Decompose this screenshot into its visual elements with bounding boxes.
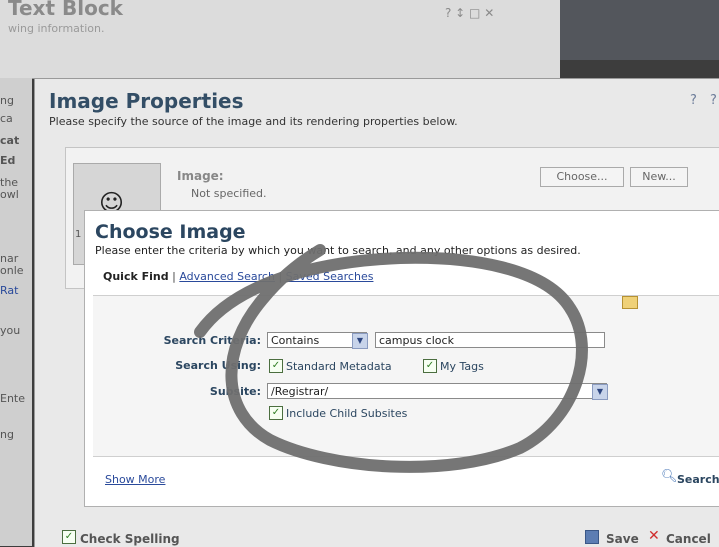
help-icon[interactable]: ?: [710, 93, 717, 108]
save-icon[interactable]: [585, 530, 599, 544]
left-fragment: Rat: [0, 284, 19, 297]
subsite-label: Subsite:: [209, 385, 261, 398]
my-tags-label: My Tags: [440, 360, 484, 373]
image-label: Image:: [177, 169, 224, 183]
folder-icon[interactable]: [622, 296, 638, 309]
chevron-down-icon[interactable]: ▼: [352, 333, 368, 349]
background-dialog-title: Text Block: [8, 0, 123, 20]
choose-image-subtitle: Please enter the criteria by which you w…: [95, 244, 581, 257]
thumbnail-fragment: 1: [75, 229, 82, 240]
background-right-panel: [560, 0, 719, 60]
search-criteria-label: Search Criteria:: [163, 334, 261, 347]
left-fragment: you: [0, 324, 21, 337]
search-using-label: Search Using:: [175, 359, 261, 372]
left-fragment: onle: [0, 264, 24, 277]
tab-advanced-search[interactable]: Advanced Search: [179, 270, 275, 283]
background-dialog-subtitle: wing information.: [8, 22, 105, 35]
cancel-button[interactable]: Cancel: [666, 532, 711, 546]
subsite-select[interactable]: /Registrar/: [267, 383, 607, 399]
tab-saved-searches[interactable]: Saved Searches: [286, 270, 374, 283]
image-value: Not specified.: [191, 187, 267, 200]
check-spelling-label: Check Spelling: [80, 532, 180, 546]
background-dialog-controls[interactable]: ? ↕ □ ✕: [445, 6, 494, 20]
include-child-subsites-label: Include Child Subsites: [286, 407, 408, 420]
left-fragment: Ed: [0, 154, 16, 167]
standard-metadata-label: Standard Metadata: [286, 360, 392, 373]
search-tabs: Quick Find | Advanced Search | Saved Sea…: [103, 270, 373, 283]
criteria-value-input[interactable]: campus clock: [375, 332, 605, 348]
check-spelling-checkbox[interactable]: ✓: [62, 530, 76, 544]
background-text-block-dialog: Text Block wing information. ? ↕ □ ✕: [0, 0, 560, 79]
search-form-panel: Search Criteria: Contains ▼ campus clock…: [93, 295, 719, 457]
search-button[interactable]: Search: [677, 473, 719, 486]
search-icon[interactable]: 🔍︎: [661, 469, 678, 484]
my-tags-checkbox[interactable]: ✓: [423, 359, 437, 373]
left-fragment: ng: [0, 428, 14, 441]
left-fragment: owl: [0, 188, 19, 201]
left-fragment: cat: [0, 134, 20, 147]
save-button[interactable]: Save: [606, 532, 639, 546]
tab-separator: |: [172, 270, 176, 283]
left-fragment: ca: [0, 112, 13, 125]
left-fragment: ng: [0, 94, 14, 107]
background-left-strip: ng ca cat Ed the owl nar onle Rat you En…: [0, 78, 32, 546]
choose-button[interactable]: Choose...: [540, 167, 624, 187]
image-properties-title: Image Properties: [49, 89, 244, 113]
choose-image-dialog: Choose Image Please enter the criteria b…: [84, 210, 719, 507]
standard-metadata-checkbox[interactable]: ✓: [269, 359, 283, 373]
new-button[interactable]: New...: [630, 167, 688, 187]
choose-image-title: Choose Image: [95, 221, 246, 243]
help-icon[interactable]: ?: [690, 93, 697, 108]
image-properties-subtitle: Please specify the source of the image a…: [49, 115, 458, 128]
chevron-down-icon[interactable]: ▼: [592, 384, 608, 400]
left-fragment: Ente: [0, 392, 26, 405]
tab-separator: |: [278, 270, 283, 283]
include-child-subsites-checkbox[interactable]: ✓: [269, 406, 283, 420]
tab-quick-find[interactable]: Quick Find: [103, 270, 169, 283]
show-more-link[interactable]: Show More: [105, 473, 165, 486]
cancel-icon[interactable]: ✕: [648, 528, 660, 544]
